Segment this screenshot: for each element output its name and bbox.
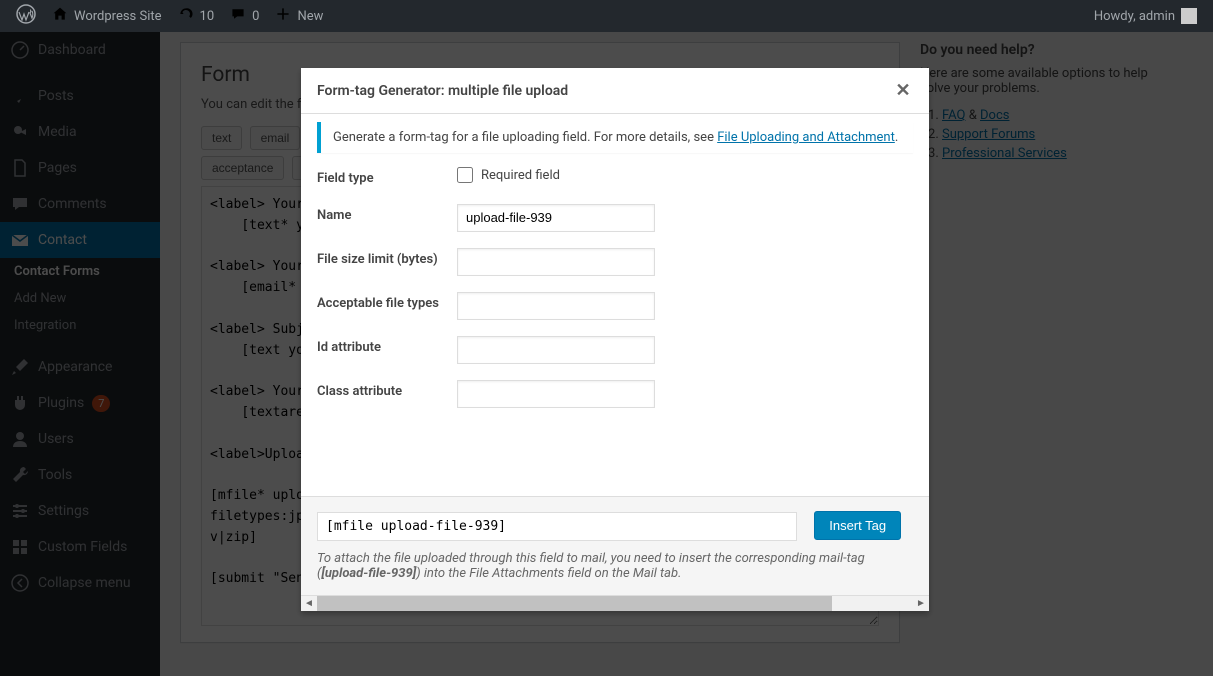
new-label: New [297, 9, 323, 24]
required-checkbox[interactable] [457, 167, 473, 183]
row-size-limit: File size limit (bytes) [317, 248, 913, 276]
scrollbar-thumb[interactable] [317, 596, 832, 611]
wordpress-icon [16, 4, 36, 28]
tag-output-input[interactable] [317, 512, 797, 541]
updates-count: 10 [200, 9, 215, 24]
form-tag-generator-modal: Form-tag Generator: multiple file upload… [301, 68, 929, 611]
label-name: Name [317, 204, 457, 225]
row-file-types: Acceptable file types [317, 292, 913, 320]
close-icon[interactable]: ✕ [893, 80, 913, 101]
modal-footer: Insert Tag To attach the file uploaded t… [301, 496, 929, 595]
class-attr-input[interactable] [457, 380, 655, 408]
size-limit-input[interactable] [457, 248, 655, 276]
label-file-types: Acceptable file types [317, 292, 457, 313]
required-checkbox-wrap[interactable]: Required field [457, 167, 560, 183]
plus-icon [275, 6, 291, 26]
label-class-attr: Class attribute [317, 380, 457, 401]
file-types-input[interactable] [457, 292, 655, 320]
howdy-link[interactable]: Howdy, admin [1086, 0, 1205, 32]
avatar [1181, 8, 1197, 24]
row-class-attr: Class attribute [317, 380, 913, 408]
admin-bar: Wordpress Site 10 0 New Howdy, admin [0, 0, 1213, 32]
modal-title: Form-tag Generator: multiple file upload [317, 83, 568, 99]
notice-text-pre: Generate a form-tag for a file uploading… [333, 130, 717, 145]
info-notice: Generate a form-tag for a file uploading… [317, 122, 913, 153]
scroll-left-arrow-icon[interactable]: ◄ [301, 596, 317, 612]
site-name-label: Wordpress Site [74, 9, 162, 24]
id-attr-input[interactable] [457, 336, 655, 364]
site-name-link[interactable]: Wordpress Site [44, 0, 170, 32]
modal-horizontal-scrollbar[interactable]: ◄ ► [301, 595, 929, 611]
row-name: Name [317, 204, 913, 232]
footer-hint: To attach the file uploaded through this… [317, 551, 913, 581]
modal-overlay-left[interactable] [0, 32, 160, 676]
refresh-icon [178, 6, 194, 26]
name-input[interactable] [457, 204, 655, 232]
notice-text-post: . [895, 130, 898, 145]
scroll-right-arrow-icon[interactable]: ► [913, 596, 929, 612]
updates-link[interactable]: 10 [170, 0, 223, 32]
home-icon [52, 6, 68, 26]
row-field-type: Field type Required field [317, 167, 913, 188]
label-field-type: Field type [317, 167, 457, 188]
insert-tag-button[interactable]: Insert Tag [814, 511, 901, 540]
notice-link[interactable]: File Uploading and Attachment [717, 130, 895, 145]
required-label: Required field [481, 168, 560, 183]
comments-count: 0 [252, 9, 259, 24]
row-id-attr: Id attribute [317, 336, 913, 364]
wp-logo[interactable] [8, 0, 44, 32]
label-size-limit: File size limit (bytes) [317, 248, 457, 269]
modal-body: Generate a form-tag for a file uploading… [301, 114, 929, 496]
modal-header: Form-tag Generator: multiple file upload… [301, 68, 929, 114]
howdy-label: Howdy, admin [1094, 9, 1175, 24]
mail-tag: [upload-file-939] [321, 566, 416, 581]
label-id-attr: Id attribute [317, 336, 457, 357]
new-link[interactable]: New [267, 0, 331, 32]
comment-icon [230, 6, 246, 26]
comments-link[interactable]: 0 [222, 0, 267, 32]
